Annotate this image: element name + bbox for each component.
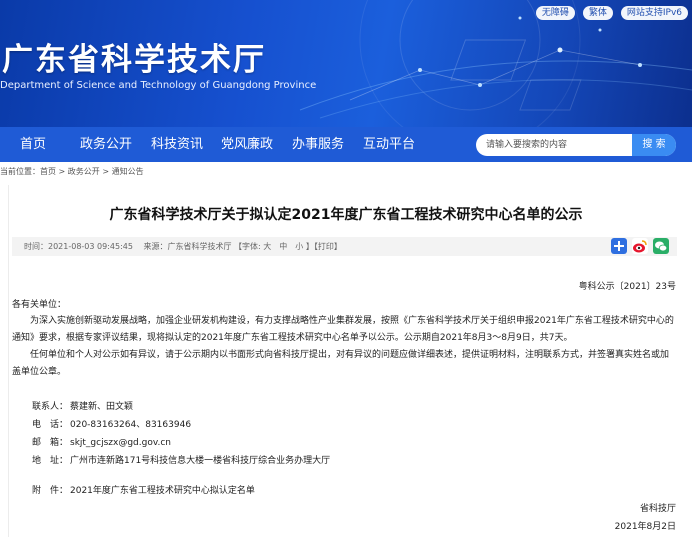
nav-item-home[interactable]: 首页 bbox=[20, 127, 46, 162]
contact-phone: 电 话： 020-83163264、83163946 bbox=[32, 417, 191, 430]
body-paragraph: 为深入实施创新驱动发展战略，加强企业研发机构建设，有力支撑战略性产业集群发展，按… bbox=[12, 316, 674, 343]
weibo-icon[interactable] bbox=[632, 238, 648, 254]
attachment-link[interactable]: 2021年度广东省工程技术研究中心拟认定名单 bbox=[70, 486, 255, 496]
accessibility-link[interactable]: 无障碍 bbox=[535, 6, 575, 20]
contact-label: 地 址： bbox=[32, 456, 69, 466]
contact-value: skjt_gcjszx@gd.gov.cn bbox=[70, 438, 171, 448]
wechat-icon[interactable] bbox=[653, 238, 669, 254]
breadcrumb: 当前位置：首页 > 政务公开 > 通知公告 bbox=[0, 167, 144, 176]
attachment: 附 件： 2021年度广东省工程技术研究中心拟认定名单 bbox=[32, 483, 255, 496]
top-utility-links: 无障碍 繁体 网站支持IPv6 bbox=[535, 6, 688, 20]
site-subtitle: Department of Science and Technology of … bbox=[0, 80, 317, 91]
header-banner: 无障碍 繁体 网站支持IPv6 广东省科学技术厅 Department of S… bbox=[0, 0, 692, 127]
contact-label: 电 话： bbox=[32, 420, 69, 430]
article-meta: 时间：2021-08-03 09:45:45 来源：广东省科学技术厅 【字体: … bbox=[24, 242, 342, 251]
contact-address: 地 址： 广州市连新路171号科技信息大楼一楼省科技厅综合业务办理大厅 bbox=[32, 453, 330, 466]
search-button[interactable]: 搜 索 bbox=[632, 134, 676, 156]
nav-item-interaction[interactable]: 互动平台 bbox=[363, 127, 415, 162]
body-paragraph: 任何单位和个人对公示如有异议，请于公示期内以书面形式向省科技厅提出，对有异议的问… bbox=[12, 350, 670, 377]
article-meta-bar: 时间：2021-08-03 09:45:45 来源：广东省科学技术厅 【字体: … bbox=[12, 237, 677, 256]
nav-item-services[interactable]: 办事服务 bbox=[292, 127, 344, 162]
contact-label: 联系人： bbox=[32, 402, 69, 412]
article-title: 广东省科学技术厅关于拟认定2021年度广东省工程技术研究中心名单的公示 bbox=[109, 207, 583, 223]
signature: 省科技厅 bbox=[639, 504, 676, 514]
traditional-chinese-link[interactable]: 繁体 bbox=[582, 6, 613, 20]
ipv6-badge[interactable]: 网站支持IPv6 bbox=[620, 6, 688, 20]
attachment-label: 附 件： bbox=[32, 486, 69, 496]
search-input[interactable] bbox=[486, 134, 626, 156]
nav-item-tech-news[interactable]: 科技资讯 bbox=[151, 127, 203, 162]
contact-value: 020-83163264、83163946 bbox=[70, 420, 192, 430]
contact-label: 邮 箱： bbox=[32, 438, 69, 448]
share-buttons bbox=[611, 238, 669, 254]
nav-item-government-affairs[interactable]: 政务公开 bbox=[80, 127, 132, 162]
site-title: 广东省科学技术厅 bbox=[2, 42, 266, 78]
contact-person: 联系人： 蔡建新、田文颖 bbox=[32, 399, 133, 412]
share-plus-icon[interactable] bbox=[611, 238, 627, 254]
issue-date: 2021年8月2日 bbox=[614, 522, 676, 532]
document-number: 粤科公示〔2021〕23号 bbox=[578, 282, 676, 292]
nav-item-integrity[interactable]: 党风廉政 bbox=[221, 127, 273, 162]
contact-value: 广州市连新路171号科技信息大楼一楼省科技厅综合业务办理大厅 bbox=[70, 456, 331, 466]
search-box: 搜 索 bbox=[476, 134, 676, 156]
contact-email: 邮 箱： skjt_gcjszx@gd.gov.cn bbox=[32, 435, 171, 448]
contact-value: 蔡建新、田文颖 bbox=[70, 402, 134, 412]
salutation: 各有关单位： bbox=[12, 300, 67, 310]
